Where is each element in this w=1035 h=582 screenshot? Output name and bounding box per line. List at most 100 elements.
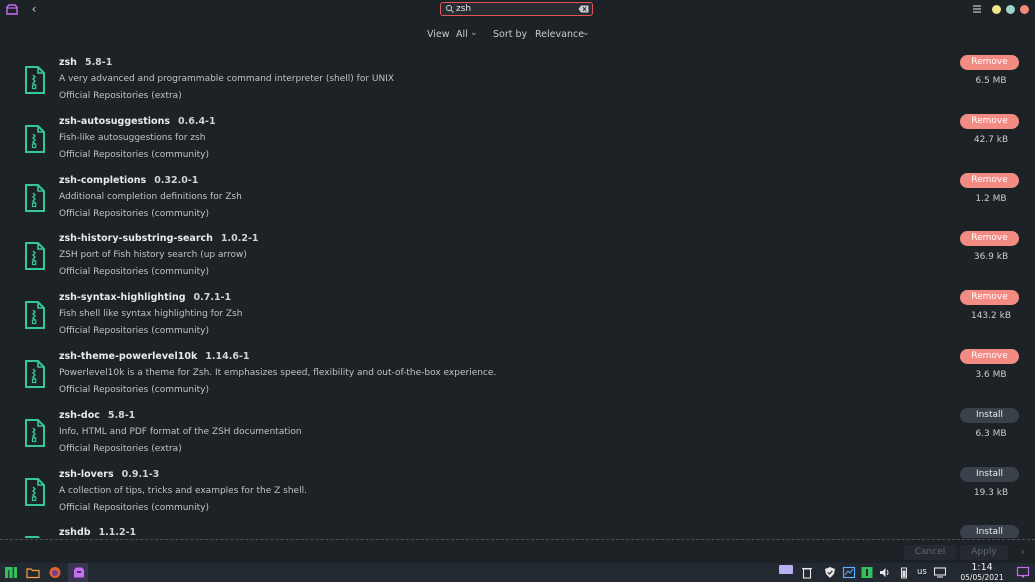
list-item[interactable]: zsh-completions 0.32.0-1 Additional comple…	[0, 171, 1035, 229]
view-dropdown-value: All	[456, 29, 468, 40]
package-description: Additional completion definitions for Zs…	[59, 191, 242, 202]
list-item[interactable]: zsh-lovers 0.9.1-3 A collection of tips, t…	[0, 465, 1035, 523]
volume-icon[interactable]	[878, 566, 892, 579]
package-name: zsh-lovers	[59, 468, 114, 480]
package-version: 0.9.1-3	[121, 468, 160, 480]
package-size: 3.6 MB	[975, 370, 1007, 380]
search-box[interactable]	[440, 2, 593, 16]
package-repository: Official Repositories (extra)	[59, 91, 182, 101]
package-description: ZSH port of Fish history search (up arro…	[59, 250, 247, 261]
package-title[interactable]: zsh-syntax-highlighting 0.7.1-1	[59, 292, 231, 303]
title-bar: ‹	[0, 0, 1035, 20]
battery-icon[interactable]	[897, 566, 911, 579]
package-name: zshdb	[59, 527, 91, 538]
remove-button[interactable]: Remove	[960, 290, 1019, 306]
install-button[interactable]: Install	[960, 466, 1019, 482]
keyboard-layout[interactable]: us	[917, 567, 927, 577]
cancel-button[interactable]: Cancel	[904, 545, 956, 560]
package-title[interactable]: zshdb 1.1.2-1	[59, 527, 136, 538]
package-repository: Official Repositories (community)	[59, 326, 210, 337]
filter-bar: View All ⌄ Sort by Relevance ⌄	[0, 26, 1035, 44]
shield-icon[interactable]	[823, 566, 837, 579]
package-size: 19.3 kB	[973, 487, 1009, 498]
updates-icon[interactable]	[860, 566, 874, 579]
chevron-right-icon[interactable]: ›	[1016, 544, 1030, 560]
package-description: Fish shell like syntax highlighting for …	[59, 309, 243, 320]
package-repository: Official Repositories (community)	[59, 267, 210, 278]
package-description: A collection of tips, tricks and example…	[59, 485, 307, 496]
list-item[interactable]: zshdb 1.1.2-1 Install	[0, 523, 1035, 538]
package-size: 6.5 MB	[975, 76, 1007, 86]
network-icon[interactable]	[933, 566, 947, 579]
package-title[interactable]: zsh-lovers 0.9.1-3	[59, 469, 159, 480]
view-label: View	[427, 29, 450, 40]
list-item[interactable]: zsh 5.8-1 A very advanced and programmable…	[0, 53, 1035, 111]
package-archive-icon	[25, 66, 45, 94]
package-manager-task-icon[interactable]	[72, 566, 86, 579]
list-item[interactable]: zsh-doc 5.8-1 Info, HTML and PDF format of…	[0, 406, 1035, 464]
manjaro-menu-icon[interactable]	[4, 566, 18, 579]
list-item[interactable]: zsh-syntax-highlighting 0.7.1-1 Fish shell…	[0, 288, 1035, 346]
clock-date: 05/05/2021	[960, 573, 1004, 582]
notifications-icon[interactable]	[1016, 566, 1030, 579]
list-item[interactable]: zsh-autosuggestions 0.6.4-1 Fish-like auto…	[0, 112, 1035, 170]
package-size: 42.7 kB	[973, 134, 1009, 145]
maximize-button[interactable]	[1006, 5, 1015, 14]
clipboard-tray-icon[interactable]	[779, 565, 793, 574]
view-dropdown[interactable]: All ⌄	[452, 26, 482, 44]
package-repository: Official Repositories (extra)	[59, 443, 182, 454]
remove-button[interactable]: Remove	[960, 231, 1019, 247]
package-description: Info, HTML and PDF format of the ZSH doc…	[59, 426, 302, 437]
package-description: Fish-like autosuggestions for zsh	[59, 132, 206, 143]
remove-button[interactable]: Remove	[960, 349, 1019, 364]
package-name: zsh-theme-powerlevel10k	[59, 351, 198, 362]
clock-time: 1:14	[971, 562, 993, 573]
close-button[interactable]	[1020, 5, 1029, 14]
install-button[interactable]: Install	[960, 407, 1019, 423]
system-monitor-icon[interactable]	[842, 566, 856, 579]
firefox-icon[interactable]	[48, 566, 62, 579]
package-name: zsh-syntax-highlighting	[59, 292, 186, 304]
package-size: 36.9 kB	[973, 252, 1009, 263]
minimize-button[interactable]	[992, 5, 1001, 14]
remove-button[interactable]: Remove	[960, 55, 1019, 70]
package-archive-icon	[25, 183, 45, 212]
package-title[interactable]: zsh-history-substring-search 1.0.2-1	[59, 233, 259, 244]
package-version: 5.8-1	[84, 57, 113, 68]
install-button[interactable]: Install	[960, 525, 1019, 538]
package-repository: Official Repositories (community)	[59, 502, 210, 513]
remove-button[interactable]: Remove	[960, 113, 1019, 129]
package-manager-app-icon	[6, 4, 18, 15]
package-version: 0.32.0-1	[154, 174, 199, 186]
package-size: 6.3 MB	[975, 428, 1007, 439]
remove-button[interactable]: Remove	[960, 172, 1019, 188]
package-archive-icon	[25, 124, 45, 153]
package-description: Powerlevel10k is a theme for Zsh. It emp…	[59, 368, 497, 378]
package-repository: Official Repositories (community)	[59, 208, 210, 219]
package-title[interactable]: zsh-completions 0.32.0-1	[59, 175, 198, 186]
back-button[interactable]: ‹	[28, 2, 40, 16]
package-title[interactable]: zsh-theme-powerlevel10k 1.14.6-1	[59, 351, 250, 362]
sort-dropdown-value: Relevance	[535, 29, 585, 40]
package-version: 1.0.2-1	[220, 233, 259, 245]
search-input[interactable]	[456, 3, 576, 15]
sort-dropdown[interactable]: Relevance ⌄	[530, 26, 596, 44]
hamburger-menu-icon[interactable]	[972, 4, 982, 14]
clear-search-icon[interactable]	[578, 5, 589, 13]
package-archive-icon	[25, 418, 45, 447]
list-item[interactable]: zsh-theme-powerlevel10k 1.14.6-1 Powerleve…	[0, 347, 1035, 405]
apply-button[interactable]: Apply	[960, 545, 1008, 560]
sort-label: Sort by	[493, 29, 528, 40]
package-size: 1.2 MB	[975, 193, 1007, 204]
trash-icon[interactable]	[800, 566, 814, 579]
package-version: 1.1.2-1	[98, 527, 137, 538]
list-item[interactable]: zsh-history-substring-search 1.0.2-1 ZSH p…	[0, 229, 1035, 287]
file-manager-icon[interactable]	[26, 566, 40, 579]
package-version: 1.14.6-1	[205, 351, 250, 362]
package-name: zsh-history-substring-search	[59, 233, 213, 245]
package-description: A very advanced and programmable command…	[59, 74, 395, 84]
package-size: 143.2 kB	[970, 311, 1011, 322]
package-title[interactable]: zsh-doc 5.8-1	[59, 410, 135, 421]
package-title[interactable]: zsh 5.8-1	[59, 57, 112, 68]
package-title[interactable]: zsh-autosuggestions 0.6.4-1	[59, 116, 216, 127]
